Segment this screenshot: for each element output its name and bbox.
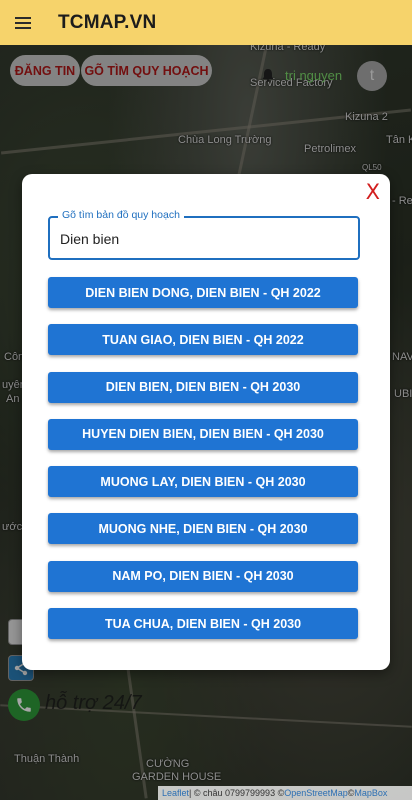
leaflet-link[interactable]: Leaflet [162,788,189,798]
result-button[interactable]: DIEN BIEN, DIEN BIEN - QH 2030 [48,371,358,403]
search-results-list: DIEN BIEN DONG, DIEN BIEN - QH 2022 TUAN… [48,277,358,655]
result-button[interactable]: MUONG NHE, DIEN BIEN - QH 2030 [48,513,358,545]
search-field-label: Gõ tìm bản đồ quy hoạch [58,209,184,221]
result-button[interactable]: NAM PO, DIEN BIEN - QH 2030 [48,560,358,592]
openstreetmap-link[interactable]: OpenStreetMap [284,788,348,798]
result-button[interactable]: TUAN GIAO, DIEN BIEN - QH 2022 [48,324,358,356]
result-button[interactable]: TUA CHUA, DIEN BIEN - QH 2030 [48,608,358,640]
result-button[interactable]: HUYEN DIEN BIEN, DIEN BIEN - QH 2030 [48,418,358,450]
close-dialog-button[interactable]: X [366,180,380,204]
hamburger-menu-icon[interactable] [15,16,31,29]
brand-title[interactable]: TCMAP.VN [58,12,156,34]
result-button[interactable]: DIEN BIEN DONG, DIEN BIEN - QH 2022 [48,277,358,308]
result-button[interactable]: MUONG LAY, DIEN BIEN - QH 2030 [48,466,358,498]
attribution-separator: © [347,788,355,798]
search-field-value[interactable]: Dien bien [60,231,119,247]
top-app-bar: TCMAP.VN [0,0,412,45]
plan-search-dialog: X Gõ tìm bản đồ quy hoạch Dien bien DIEN… [22,174,390,670]
mapbox-link[interactable]: MapBox [354,788,387,798]
plan-search-input[interactable]: Gõ tìm bản đồ quy hoạch Dien bien [48,209,360,260]
map-attribution: Leaflet | © châu 0799799993 © OpenStreet… [158,786,412,800]
attribution-text: | © châu 0799799993 © [189,788,285,798]
